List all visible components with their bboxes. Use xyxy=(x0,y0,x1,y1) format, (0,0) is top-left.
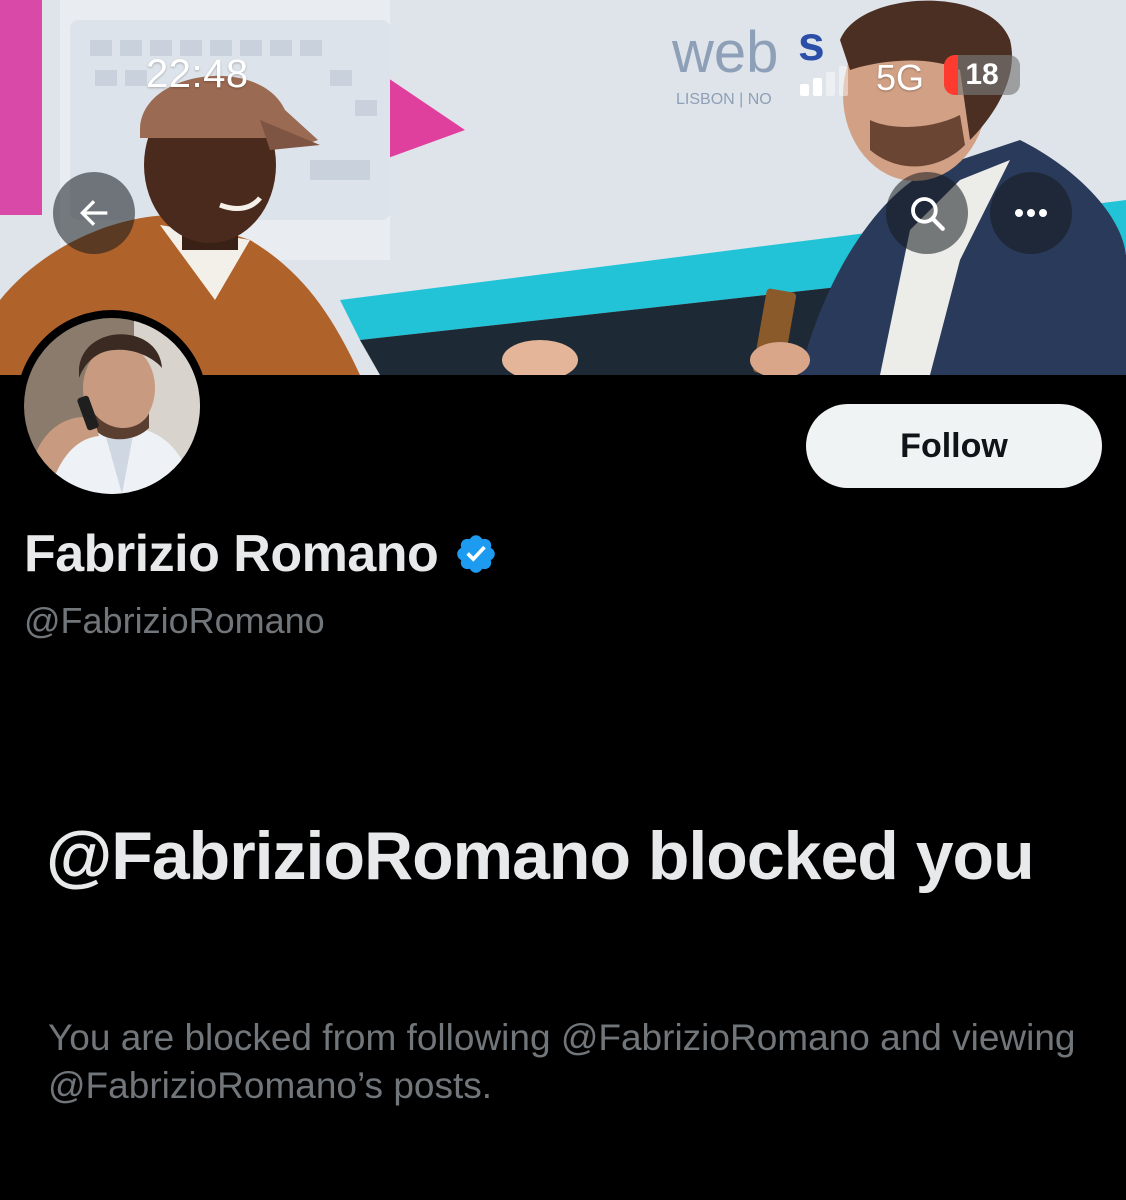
arrow-left-icon xyxy=(80,200,108,226)
profile-avatar[interactable] xyxy=(16,310,208,502)
avatar-photo xyxy=(24,318,200,494)
profile-handle: @FabrizioRomano xyxy=(24,600,325,641)
blocked-title: @FabrizioRomano blocked you xyxy=(46,818,1035,894)
search-button[interactable] xyxy=(886,172,968,254)
verified-badge-icon[interactable] xyxy=(454,532,498,576)
display-name: Fabrizio Romano xyxy=(24,525,439,583)
svg-text:LISBON | NO: LISBON | NO xyxy=(676,91,772,108)
banner-sign-text: web xyxy=(671,20,778,85)
display-name-row: Fabrizio Romano xyxy=(24,524,498,584)
battery-percentage: 18 xyxy=(965,58,999,91)
more-options-button[interactable] xyxy=(990,172,1072,254)
status-time: 22:48 xyxy=(146,52,249,96)
follow-button[interactable]: Follow xyxy=(806,404,1102,488)
battery-indicator: 18 xyxy=(944,55,1020,95)
svg-text:s: s xyxy=(798,18,825,71)
cellular-signal-icon xyxy=(800,66,848,96)
more-horizontal-icon xyxy=(1015,209,1047,217)
search-icon xyxy=(911,197,945,231)
blocked-description: You are blocked from following @Fabrizio… xyxy=(48,1017,1076,1106)
network-type: 5G xyxy=(876,57,925,98)
back-button[interactable] xyxy=(53,172,135,254)
